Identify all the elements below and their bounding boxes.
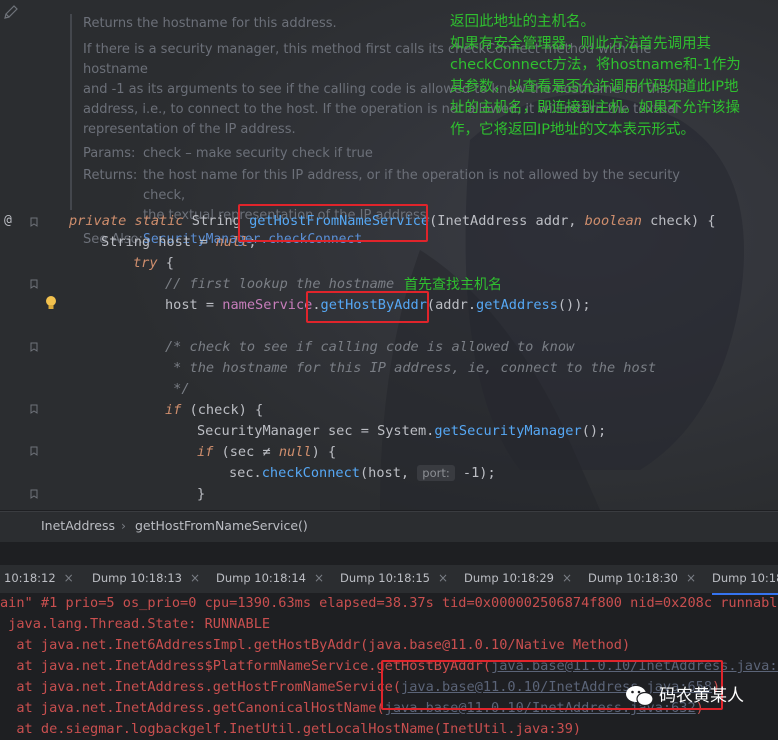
breadcrumb-method[interactable]: getHostFromNameService() xyxy=(135,512,308,540)
override-marker-icon[interactable]: @ xyxy=(4,213,12,228)
try-keyword: try xyxy=(133,255,158,271)
gutter-icons xyxy=(4,5,56,499)
tab-label: Dump 10:18:14 xyxy=(216,571,306,585)
code-comment: */ xyxy=(165,381,190,397)
code-editor[interactable]: @ Returns the hostname for this address.… xyxy=(0,0,778,510)
tab-label: Dump 10:18:30 xyxy=(588,571,678,585)
if-keyword: if xyxy=(165,402,182,418)
code-text: sec. xyxy=(229,465,262,481)
close-icon[interactable]: × xyxy=(686,571,696,585)
translation-line: 如果有安全管理器，则此方法首先调用其 xyxy=(450,35,711,52)
code-line: } xyxy=(197,486,206,502)
method-call[interactable]: getAddress xyxy=(476,297,558,313)
params-text: (InetAddress addr, xyxy=(429,213,585,229)
doc-returns: Returns: the host name for this IP addre… xyxy=(83,166,713,206)
code-text: ()); xyxy=(557,297,591,313)
code-text: host = xyxy=(158,234,216,250)
code-text: host = xyxy=(165,297,223,313)
close-icon[interactable]: × xyxy=(562,571,572,585)
dump-tab[interactable]: Dump 10:18:29 × xyxy=(464,565,572,593)
code-text: (host, xyxy=(359,465,418,481)
close-icon[interactable]: × xyxy=(438,571,448,585)
code-line: sec.checkConnect(host, port: -1); xyxy=(229,463,496,484)
code-line: try { xyxy=(133,253,174,274)
code-comment: * the hostname for this IP address, ie, … xyxy=(165,360,657,376)
type-name: SecurityManager xyxy=(197,423,328,439)
class-name: System xyxy=(377,423,427,439)
dump-tab[interactable]: Dump 10:18:15 × xyxy=(340,565,448,593)
lookup-note: 首先查找主机名 xyxy=(404,277,502,293)
code-text: { xyxy=(157,255,174,271)
watermark-text: 码农黄某人 xyxy=(659,686,744,706)
close-icon[interactable]: × xyxy=(314,571,324,585)
code-text: -1); xyxy=(454,465,496,481)
code-text: (addr. xyxy=(426,297,477,313)
code-text: (); xyxy=(581,423,607,439)
method-call[interactable]: getSecurityManager xyxy=(434,423,581,439)
close-icon[interactable]: × xyxy=(64,571,74,585)
watermark: 码农黄某人 xyxy=(625,683,775,709)
field-name: nameService xyxy=(222,297,313,313)
console-line: at java.net.Inet6AddressImpl.getHostByAd… xyxy=(0,637,631,653)
dump-tab[interactable]: 10:18:12 × xyxy=(4,565,74,593)
dump-tab[interactable]: Dump 10:18:14 × xyxy=(216,565,324,593)
editor-gutter: @ xyxy=(0,0,60,510)
highlight-box-method-name xyxy=(238,204,428,242)
translation-line: 址的主机名，即连接到主机。如果不允许该操 xyxy=(450,100,740,116)
doc-params-text: check – make security check if true xyxy=(143,146,373,161)
console-line: ain" #1 prio=5 os_prio=0 cpu=1390.63ms e… xyxy=(0,595,778,611)
fold-icon xyxy=(30,217,38,227)
dump-tab-bar: 10:18:12 × Dump 10:18:13 × Dump 10:18:14 × … xyxy=(0,565,778,595)
translation-line: checkConnect方法，将hostname和-1作为 xyxy=(450,57,741,73)
tab-label: Dump 10:18: xyxy=(712,571,778,585)
code-text: ) { xyxy=(311,444,337,460)
breadcrumb-separator: › xyxy=(121,518,126,533)
dump-tab-active[interactable]: Dump 10:18: xyxy=(712,565,778,595)
close-icon[interactable]: × xyxy=(190,571,200,585)
type-name: String xyxy=(101,234,159,250)
lightbulb-icon xyxy=(46,296,56,309)
translation-line: 其参数，以查看是否允许调用代码知道此IP地 xyxy=(450,78,739,95)
edit-doc-icon xyxy=(4,5,18,19)
tab-label: Dump 10:18:15 xyxy=(340,571,430,585)
highlight-box-getHostByAddr xyxy=(306,291,429,323)
code-text: (sec xyxy=(213,444,263,460)
translation-line: 返回此地址的主机名。 xyxy=(450,14,595,30)
modifier-keywords: private static xyxy=(69,213,192,229)
tab-label: Dump 10:18:29 xyxy=(464,571,554,585)
method-call[interactable]: checkConnect xyxy=(262,465,360,481)
code-line: if (check) { xyxy=(165,400,263,421)
code-line: if (sec ≠ null) { xyxy=(197,442,336,463)
tab-label: 10:18:12 xyxy=(4,571,56,585)
breadcrumb-class[interactable]: InetAddress xyxy=(41,512,115,540)
breadcrumb: InetAddress › getHostFromNameService() xyxy=(0,511,778,542)
boolean-keyword: boolean xyxy=(584,213,642,229)
if-keyword: if xyxy=(197,444,214,460)
code-text: (check) { xyxy=(181,402,264,418)
parameter-hint: port: xyxy=(417,465,455,481)
tab-label: Dump 10:18:13 xyxy=(92,571,182,585)
dump-tab[interactable]: Dump 10:18:30 × xyxy=(588,565,696,593)
null-keyword: null xyxy=(278,444,312,460)
doc-returns-text: the host name for this IP address, or if… xyxy=(143,168,680,203)
wechat-icon xyxy=(626,686,654,707)
code-text: sec = xyxy=(327,423,378,439)
code-line: SecurityManager sec = System.getSecurity… xyxy=(197,421,606,442)
console-line: java.lang.Thread.State: RUNNABLE xyxy=(0,616,271,632)
doc-params-label: Params: xyxy=(83,146,136,161)
console-text: at java.net.InetAddress.getCanonicalHost… xyxy=(0,700,385,716)
operator: ≠ xyxy=(262,444,271,460)
doc-translation-note: 返回此地址的主机名。 如果有安全管理器，则此方法首先调用其 checkConne… xyxy=(450,12,770,141)
translation-line: 作，它将返回IP地址的文本表示形式。 xyxy=(450,121,696,138)
params-text: check) { xyxy=(641,213,716,229)
code-comment: /* check to see if calling code is allow… xyxy=(165,339,575,355)
doc-params: Params: check – make security check if t… xyxy=(83,144,713,164)
console-text: at java.net.InetAddress.getHostFromNameS… xyxy=(0,679,402,695)
code-line: String host = null; xyxy=(101,232,257,253)
doc-returns-label: Returns: xyxy=(83,168,138,183)
dump-tab[interactable]: Dump 10:18:13 × xyxy=(92,565,200,593)
